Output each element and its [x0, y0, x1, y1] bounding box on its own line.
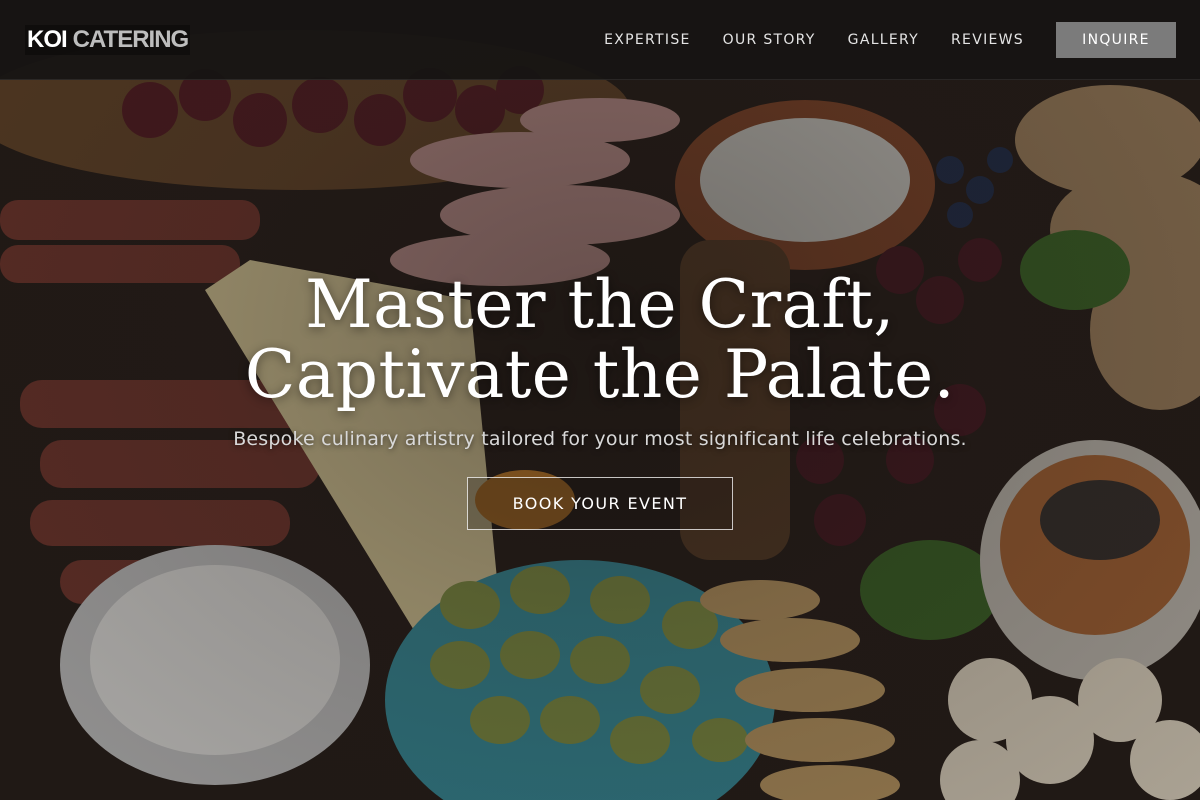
main-navigation: EXPERTISE OUR STORY GALLERY REVIEWS INQU… — [604, 21, 1176, 58]
hero-section: Master the Craft, Captivate the Palate. … — [0, 270, 1200, 530]
nav-link-expertise[interactable]: EXPERTISE — [604, 32, 691, 48]
inquire-button[interactable]: INQUIRE — [1056, 21, 1176, 58]
nav-link-our-story[interactable]: OUR STORY — [723, 32, 816, 48]
nav-link-gallery[interactable]: GALLERY — [848, 32, 919, 48]
brand-logo[interactable]: KOI CATERING — [25, 24, 191, 55]
nav-link-reviews[interactable]: REVIEWS — [951, 32, 1024, 48]
hero-title: Master the Craft, Captivate the Palate. — [245, 270, 955, 410]
site-header: KOI CATERING EXPERTISE OUR STORY GALLERY… — [0, 0, 1200, 80]
logo-secondary-text: CATERING — [72, 25, 190, 53]
hero-title-line-1: Master the Craft, — [305, 266, 895, 343]
book-event-button[interactable]: BOOK YOUR EVENT — [467, 477, 733, 530]
hero-title-line-2: Captivate the Palate. — [244, 336, 956, 413]
logo-primary-text: KOI — [27, 25, 68, 53]
hero-subtitle: Bespoke culinary artistry tailored for y… — [233, 428, 967, 450]
